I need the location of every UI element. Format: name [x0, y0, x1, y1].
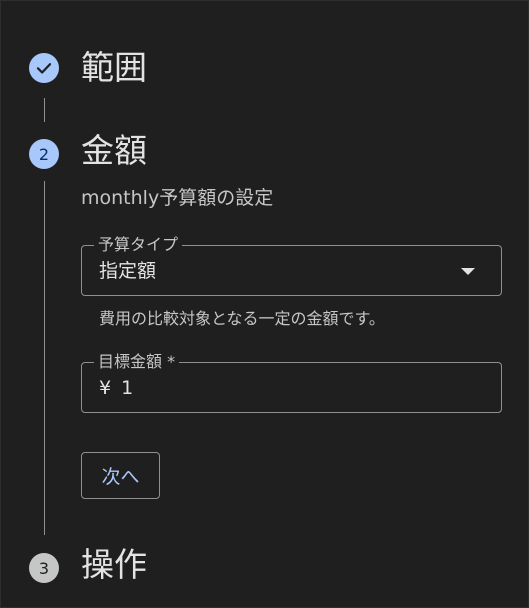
target-amount-input-row[interactable]: ¥ 1: [99, 377, 133, 399]
budget-type-select[interactable]: 予算タイプ 指定額: [81, 235, 502, 296]
step-1-title[interactable]: 範囲: [81, 51, 147, 84]
step-1-complete-icon: [29, 53, 59, 83]
target-amount-label: 目標金額 *: [94, 352, 180, 372]
step-3-number-badge: 3: [29, 553, 59, 583]
step-subtitle: monthly予算額の設定: [81, 187, 274, 209]
step-3-title[interactable]: 操作: [81, 548, 147, 581]
dropdown-arrow-icon[interactable]: [461, 268, 475, 275]
step-2-connector: [44, 181, 45, 535]
budget-type-hint: 費用の比較対象となる一定の金額です。: [99, 309, 385, 328]
target-amount-input[interactable]: 1: [121, 377, 133, 399]
budget-stepper-panel: 範囲 2 金額 monthly予算額の設定 予算タイプ 指定額 費用の比較対象と…: [0, 0, 529, 608]
next-button[interactable]: 次へ: [81, 452, 160, 499]
budget-type-value: 指定額: [99, 260, 157, 282]
step-2-number-badge: 2: [29, 139, 59, 169]
step-1-connector: [44, 98, 45, 122]
currency-symbol: ¥: [99, 377, 112, 399]
check-icon: [36, 63, 52, 74]
target-amount-field[interactable]: 目標金額 * ¥ 1: [81, 352, 502, 413]
step-2-title[interactable]: 金額: [81, 134, 147, 167]
budget-type-label: 予算タイプ: [94, 235, 183, 255]
